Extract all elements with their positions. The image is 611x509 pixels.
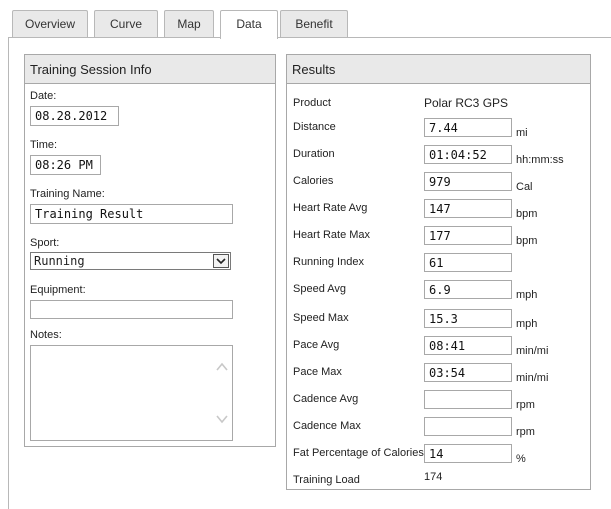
heart-rate-avg-field[interactable]: 147: [424, 199, 512, 218]
duration-unit: hh:mm:ss: [516, 154, 564, 166]
distance-field[interactable]: 7.44: [424, 118, 512, 137]
calories-field[interactable]: 979: [424, 172, 512, 191]
date-label: Date:: [30, 90, 57, 102]
fat-percentage-of-calories-unit: %: [516, 453, 526, 465]
training-name-field[interactable]: Training Result: [30, 204, 233, 224]
fat-percentage-of-calories-label: Fat Percentage of Calories: [293, 447, 424, 459]
pace-avg-label: Pace Avg: [293, 339, 340, 351]
notes-textarea[interactable]: [30, 345, 233, 441]
speed-max-unit: mph: [516, 318, 538, 330]
date-field[interactable]: 08.28.2012: [30, 106, 119, 126]
tab-benefit[interactable]: Benefit: [280, 10, 348, 37]
panel-title: Training Session Info: [25, 55, 275, 84]
calories-label: Calories: [293, 175, 334, 187]
chevron-down-icon[interactable]: [213, 254, 229, 268]
training-load-label: Training Load: [293, 474, 360, 486]
chevron-down-icon[interactable]: [215, 412, 229, 426]
cadence-max-field[interactable]: [424, 417, 512, 436]
training-session-info-panel: Training Session Info Date: 08.28.2012 T…: [24, 54, 276, 447]
duration-label: Duration: [293, 148, 335, 160]
speed-max-field[interactable]: 15.3: [424, 309, 512, 328]
pace-avg-unit: min/mi: [516, 345, 549, 357]
cadence-avg-label: Cadence Avg: [293, 393, 359, 405]
sport-label: Sport:: [30, 237, 60, 249]
training-name-label: Training Name:: [30, 188, 105, 200]
product-value: Polar RC3 GPS: [424, 96, 509, 110]
duration-field[interactable]: 01:04:52: [424, 145, 512, 164]
distance-label: Distance: [293, 121, 336, 133]
content-border: [8, 37, 9, 509]
pace-max-unit: min/mi: [516, 372, 549, 384]
time-label: Time:: [30, 139, 58, 151]
distance-unit: mi: [516, 127, 528, 139]
tab-overview[interactable]: Overview: [12, 10, 88, 37]
running-index-field[interactable]: 61: [424, 253, 512, 272]
running-index-label: Running Index: [293, 256, 364, 268]
chevron-up-icon[interactable]: [215, 360, 229, 374]
cadence-max-unit: rpm: [516, 426, 535, 438]
equipment-field[interactable]: [30, 300, 233, 319]
product-label: Product: [293, 97, 331, 109]
tab-data[interactable]: Data: [220, 10, 278, 39]
speed-avg-label: Speed Avg: [293, 283, 347, 295]
pace-avg-field[interactable]: 08:41: [424, 336, 512, 355]
heart-rate-max-label: Heart Rate Max: [293, 229, 371, 241]
cadence-max-label: Cadence Max: [293, 420, 361, 432]
heart-rate-max-field[interactable]: 177: [424, 226, 512, 245]
results-panel: Results Product Polar RC3 GPS Distance 7.…: [286, 54, 591, 490]
panel-title: Results: [287, 55, 590, 84]
tab-map[interactable]: Map: [164, 10, 214, 37]
cadence-avg-field[interactable]: [424, 390, 512, 409]
sport-select[interactable]: Running: [30, 252, 231, 270]
pace-max-label: Pace Max: [293, 366, 342, 378]
equipment-label: Equipment:: [30, 284, 86, 296]
sport-select-value: Running: [34, 254, 85, 268]
notes-label: Notes:: [30, 329, 62, 341]
tab-curve[interactable]: Curve: [94, 10, 158, 37]
training-load-value: 174: [424, 471, 443, 483]
time-field[interactable]: 08:26 PM: [30, 155, 101, 175]
heart-rate-avg-label: Heart Rate Avg: [293, 202, 368, 214]
speed-avg-field[interactable]: 6.9: [424, 280, 512, 299]
speed-avg-unit: mph: [516, 289, 538, 301]
fat-percentage-of-calories-field[interactable]: 14: [424, 444, 512, 463]
heart-rate-avg-unit: bpm: [516, 208, 538, 220]
pace-max-field[interactable]: 03:54: [424, 363, 512, 382]
tab-divider: [8, 37, 611, 38]
speed-max-label: Speed Max: [293, 312, 349, 324]
calories-unit: Cal: [516, 181, 533, 193]
cadence-avg-unit: rpm: [516, 399, 535, 411]
heart-rate-max-unit: bpm: [516, 235, 538, 247]
